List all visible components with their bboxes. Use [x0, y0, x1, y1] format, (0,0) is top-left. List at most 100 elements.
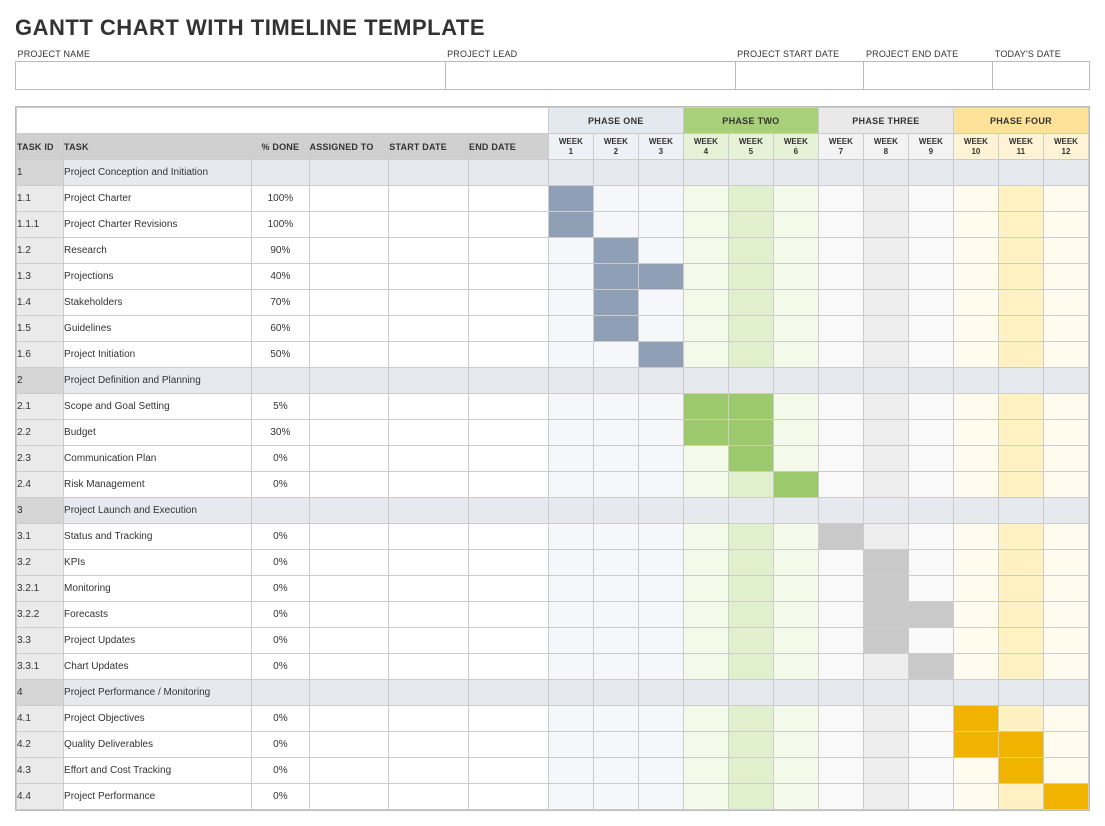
gantt-cell-week-10[interactable]: [953, 368, 998, 394]
meta-input-project-start[interactable]: [735, 62, 864, 90]
start-date-cell[interactable]: [389, 628, 469, 654]
gantt-cell-week-10[interactable]: [953, 706, 998, 732]
gantt-cell-week-5[interactable]: [728, 238, 773, 264]
assigned-to-cell[interactable]: [309, 160, 389, 186]
gantt-cell-week-10[interactable]: [953, 498, 998, 524]
gantt-cell-week-7[interactable]: [818, 784, 863, 810]
gantt-cell-week-5[interactable]: [728, 758, 773, 784]
gantt-cell-week-1[interactable]: [548, 290, 593, 316]
pct-done-cell[interactable]: 50%: [252, 342, 309, 368]
gantt-cell-week-11[interactable]: [998, 628, 1043, 654]
start-date-cell[interactable]: [389, 706, 469, 732]
gantt-cell-week-7[interactable]: [818, 524, 863, 550]
gantt-cell-week-1[interactable]: [548, 420, 593, 446]
gantt-cell-week-4[interactable]: [683, 524, 728, 550]
gantt-cell-week-8[interactable]: [863, 706, 908, 732]
assigned-to-cell[interactable]: [309, 654, 389, 680]
gantt-cell-week-11[interactable]: [998, 446, 1043, 472]
gantt-cell-week-7[interactable]: [818, 420, 863, 446]
start-date-cell[interactable]: [389, 524, 469, 550]
gantt-cell-week-12[interactable]: [1043, 784, 1088, 810]
gantt-cell-week-7[interactable]: [818, 342, 863, 368]
gantt-cell-week-9[interactable]: [908, 784, 953, 810]
gantt-cell-week-1[interactable]: [548, 342, 593, 368]
assigned-to-cell[interactable]: [309, 342, 389, 368]
gantt-cell-week-11[interactable]: [998, 732, 1043, 758]
gantt-cell-week-1[interactable]: [548, 602, 593, 628]
end-date-cell[interactable]: [469, 784, 549, 810]
pct-done-cell[interactable]: 70%: [252, 290, 309, 316]
gantt-cell-week-9[interactable]: [908, 498, 953, 524]
pct-done-cell[interactable]: 0%: [252, 732, 309, 758]
gantt-cell-week-1[interactable]: [548, 784, 593, 810]
gantt-cell-week-1[interactable]: [548, 160, 593, 186]
gantt-cell-week-6[interactable]: [773, 238, 818, 264]
end-date-cell[interactable]: [469, 576, 549, 602]
gantt-cell-week-6[interactable]: [773, 212, 818, 238]
gantt-cell-week-8[interactable]: [863, 446, 908, 472]
assigned-to-cell[interactable]: [309, 238, 389, 264]
assigned-to-cell[interactable]: [309, 212, 389, 238]
gantt-cell-week-3[interactable]: [638, 784, 683, 810]
end-date-cell[interactable]: [469, 342, 549, 368]
assigned-to-cell[interactable]: [309, 524, 389, 550]
gantt-cell-week-1[interactable]: [548, 550, 593, 576]
gantt-cell-week-1[interactable]: [548, 394, 593, 420]
gantt-cell-week-6[interactable]: [773, 706, 818, 732]
gantt-cell-week-6[interactable]: [773, 186, 818, 212]
pct-done-cell[interactable]: 0%: [252, 758, 309, 784]
gantt-cell-week-9[interactable]: [908, 706, 953, 732]
gantt-cell-week-11[interactable]: [998, 160, 1043, 186]
gantt-cell-week-11[interactable]: [998, 368, 1043, 394]
gantt-cell-week-1[interactable]: [548, 732, 593, 758]
gantt-cell-week-3[interactable]: [638, 368, 683, 394]
assigned-to-cell[interactable]: [309, 264, 389, 290]
gantt-cell-week-6[interactable]: [773, 732, 818, 758]
gantt-cell-week-5[interactable]: [728, 706, 773, 732]
gantt-cell-week-7[interactable]: [818, 472, 863, 498]
assigned-to-cell[interactable]: [309, 706, 389, 732]
gantt-cell-week-8[interactable]: [863, 212, 908, 238]
start-date-cell[interactable]: [389, 186, 469, 212]
gantt-cell-week-4[interactable]: [683, 238, 728, 264]
gantt-cell-week-1[interactable]: [548, 576, 593, 602]
gantt-cell-week-3[interactable]: [638, 706, 683, 732]
gantt-cell-week-4[interactable]: [683, 472, 728, 498]
gantt-cell-week-1[interactable]: [548, 524, 593, 550]
gantt-cell-week-7[interactable]: [818, 758, 863, 784]
end-date-cell[interactable]: [469, 602, 549, 628]
gantt-cell-week-3[interactable]: [638, 732, 683, 758]
assigned-to-cell[interactable]: [309, 628, 389, 654]
gantt-cell-week-9[interactable]: [908, 342, 953, 368]
gantt-cell-week-11[interactable]: [998, 316, 1043, 342]
end-date-cell[interactable]: [469, 628, 549, 654]
gantt-cell-week-10[interactable]: [953, 342, 998, 368]
gantt-cell-week-1[interactable]: [548, 758, 593, 784]
meta-input-project-name[interactable]: [16, 62, 446, 90]
gantt-cell-week-5[interactable]: [728, 654, 773, 680]
start-date-cell[interactable]: [389, 576, 469, 602]
start-date-cell[interactable]: [389, 420, 469, 446]
gantt-cell-week-4[interactable]: [683, 316, 728, 342]
gantt-cell-week-3[interactable]: [638, 472, 683, 498]
gantt-cell-week-9[interactable]: [908, 680, 953, 706]
gantt-cell-week-1[interactable]: [548, 706, 593, 732]
end-date-cell[interactable]: [469, 524, 549, 550]
gantt-cell-week-4[interactable]: [683, 732, 728, 758]
gantt-cell-week-8[interactable]: [863, 186, 908, 212]
gantt-cell-week-8[interactable]: [863, 472, 908, 498]
gantt-cell-week-7[interactable]: [818, 706, 863, 732]
gantt-cell-week-12[interactable]: [1043, 264, 1088, 290]
gantt-cell-week-12[interactable]: [1043, 550, 1088, 576]
gantt-cell-week-1[interactable]: [548, 264, 593, 290]
assigned-to-cell[interactable]: [309, 420, 389, 446]
gantt-cell-week-10[interactable]: [953, 784, 998, 810]
gantt-cell-week-4[interactable]: [683, 550, 728, 576]
gantt-cell-week-12[interactable]: [1043, 446, 1088, 472]
gantt-cell-week-12[interactable]: [1043, 576, 1088, 602]
gantt-cell-week-7[interactable]: [818, 680, 863, 706]
gantt-cell-week-10[interactable]: [953, 420, 998, 446]
gantt-cell-week-5[interactable]: [728, 420, 773, 446]
gantt-cell-week-5[interactable]: [728, 446, 773, 472]
assigned-to-cell[interactable]: [309, 680, 389, 706]
